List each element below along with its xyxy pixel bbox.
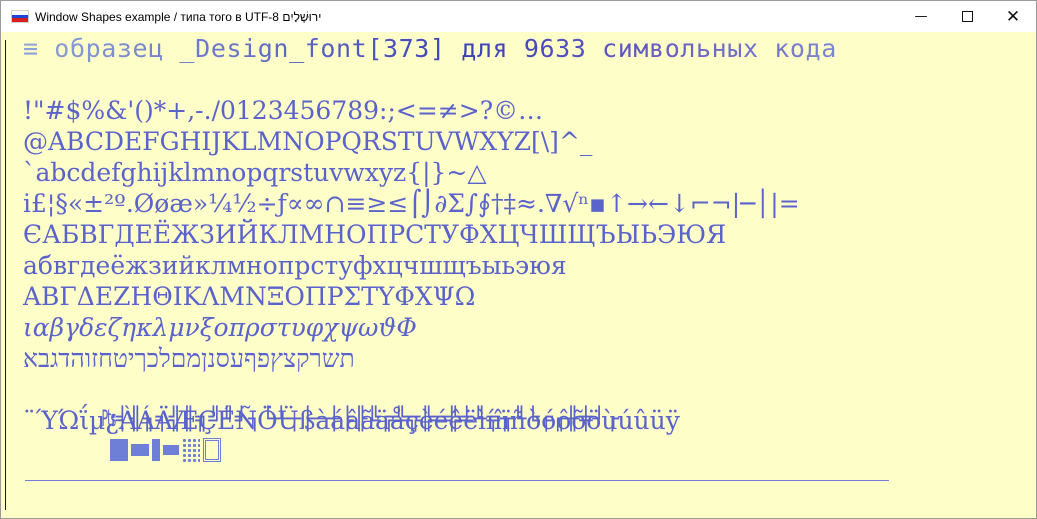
line-accented-latin: ¨ΎΏΐµ¿ÀÁÄÆÇÉÑÖÜßàáâãäåçèéêëìíîïñòóôõöùúû… <box>23 406 680 435</box>
line-uppercase-latin: @ABCDEFGHIJKLMNOPQRSTUVWXYZ[\]^_ <box>23 127 593 156</box>
underscore-line <box>25 480 889 481</box>
line-uppercase-cyrillic: ЄАБВГДЕЁЖЗИЙКЛМНОПРСТУФХЦЧШЩЪЫЬЭЮЯ <box>23 220 727 249</box>
maximize-icon <box>961 11 973 22</box>
title-bar[interactable]: Window Shapes example / типа того в UTF-… <box>1 1 1036 32</box>
russian-flag-icon <box>11 10 29 23</box>
full-block-glyph <box>110 439 129 461</box>
line-ascii-symbols: !"#$%&'()*+,-./0123456789:;<=≠>?©… <box>23 96 544 125</box>
app-window: Window Shapes example / типа того в UTF-… <box>0 0 1037 519</box>
left-block-glyph <box>152 439 161 461</box>
shade-block-glyph <box>182 438 201 462</box>
minimize-icon: — <box>914 9 928 24</box>
frame-block-glyph <box>203 438 222 462</box>
line-lowercase-latin: `abcdefghijklmnopqrstuvwxyz{|}~△ <box>23 158 487 187</box>
client-area: ≡ образец _Design_font[373] для 9633 сим… <box>1 32 1036 518</box>
line-hebrew: תשרקצץפףעסנןמםלכךיטחזוהדגבא <box>23 344 355 373</box>
window-title: Window Shapes example / типа того в UTF-… <box>35 9 322 24</box>
line-lowercase-greek: ιαβγδεζηκλμνξοπρστυφχψωϑΦ <box>23 313 417 342</box>
maximize-button[interactable] <box>944 1 990 32</box>
upper-block-glyph <box>163 445 180 455</box>
text-caret <box>5 40 6 510</box>
font-sample-header: ≡ образец _Design_font[373] для 9633 сим… <box>23 34 837 63</box>
line-lowercase-cyrillic: абвгдеёжзийклмнопрстуфхцчшщъыьэюя <box>23 251 567 280</box>
lower-block-glyph <box>131 444 150 456</box>
close-button[interactable]: ✕ <box>990 1 1036 32</box>
block-glyphs <box>110 438 222 462</box>
close-icon: ✕ <box>1005 6 1021 27</box>
window-controls: — ✕ <box>898 1 1036 32</box>
minimize-button[interactable]: — <box>898 1 944 32</box>
line-math-symbols: i£¦§«±²º.Øøæ»¼½÷ƒ∝∞∩≡≥≤⌠⌡∂Σ∫∮†‡≈.∇√ⁿ▪↑→←… <box>23 189 800 218</box>
line-uppercase-greek: ΑΒΓΔΕΖΗΘΙΚΛΜΝΞΟΠΡΣΤΥΦΧΨΩ <box>23 282 476 311</box>
